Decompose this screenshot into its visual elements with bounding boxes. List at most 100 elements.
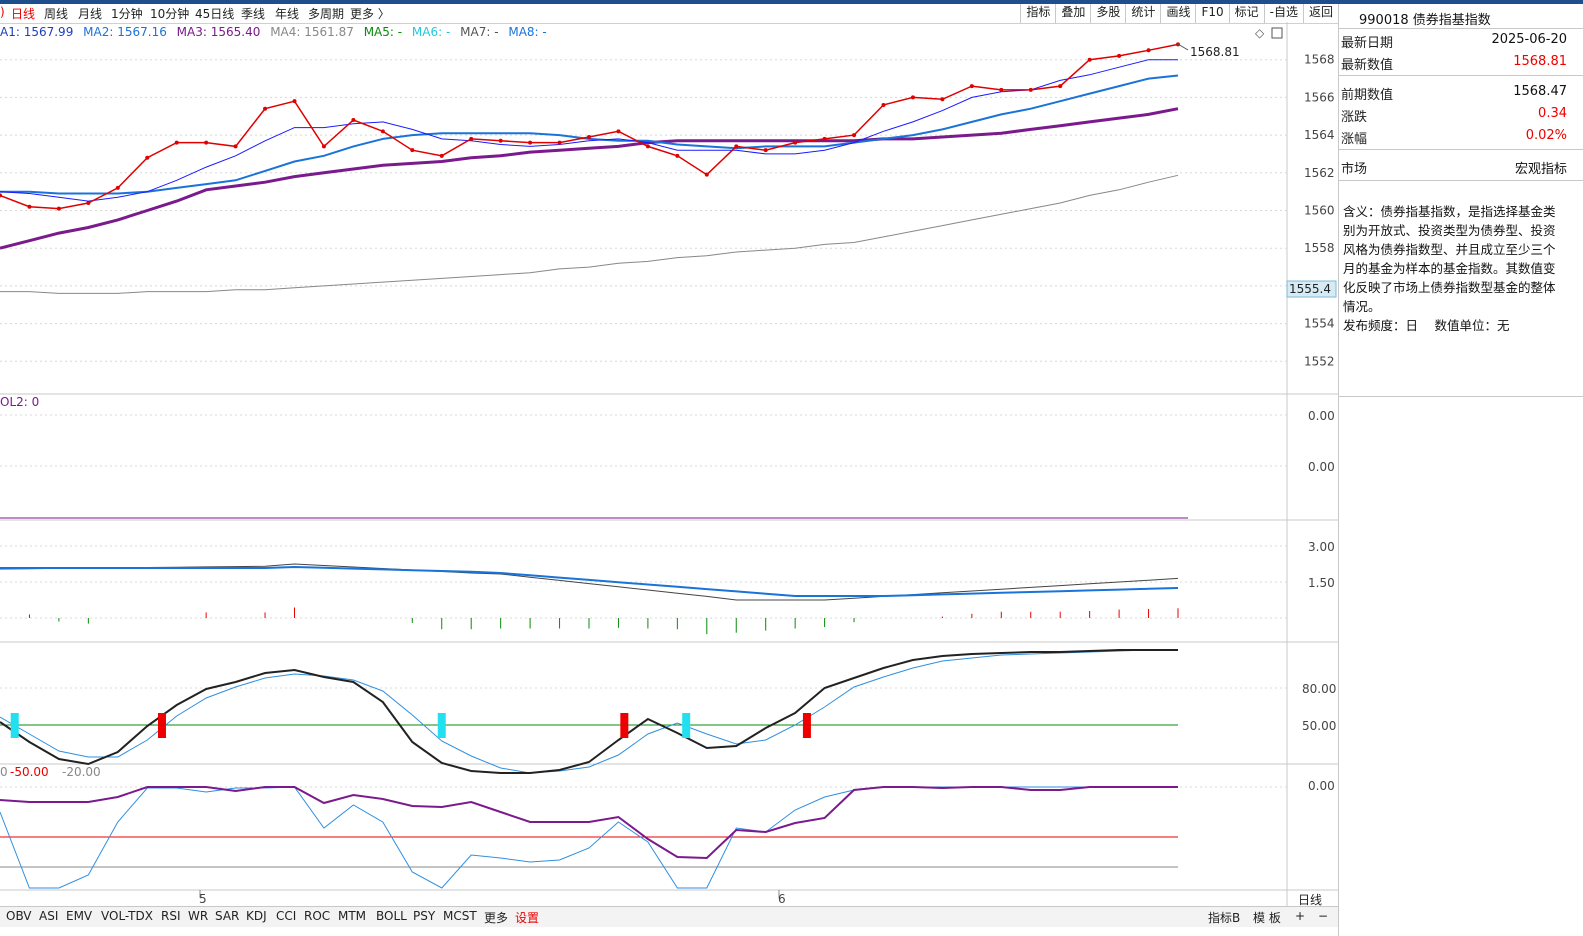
wr-legend-b: -50.00 bbox=[10, 765, 49, 779]
wr-legend-a: 0 bbox=[0, 765, 8, 779]
main-price-grid bbox=[0, 59, 1287, 362]
info-key: 前期数值 bbox=[1341, 88, 1394, 103]
price-tick-label: 1564 bbox=[1304, 128, 1335, 142]
toolbar-draw-button[interactable]: 画线 bbox=[1160, 4, 1195, 23]
date-label-june: 6 bbox=[778, 892, 786, 906]
toolbar-multistock-button[interactable]: 多股 bbox=[1090, 4, 1125, 23]
data-point bbox=[881, 102, 886, 107]
data-point bbox=[380, 129, 385, 134]
period-10min[interactable]: 10分钟 bbox=[150, 5, 189, 22]
info-key: 市场 bbox=[1341, 162, 1368, 177]
data-point bbox=[969, 84, 974, 89]
toolbar-mark-button[interactable]: 标记 bbox=[1228, 4, 1264, 23]
data-point bbox=[763, 148, 768, 153]
data-point bbox=[410, 148, 415, 153]
main-price-series bbox=[0, 42, 1180, 294]
price-tick-label: 1566 bbox=[1304, 90, 1335, 104]
price-tick-label: 1558 bbox=[1304, 241, 1335, 255]
tab-psy[interactable]: PSY bbox=[413, 909, 435, 923]
info-panel: 990018 债券指基指数 最新日期 2025-06-20 最新数值 1568.… bbox=[1338, 4, 1583, 936]
tab-settings[interactable]: 设置 bbox=[515, 909, 539, 926]
tab-more[interactable]: 更多 bbox=[484, 909, 508, 926]
kdj-signal-mark bbox=[682, 713, 691, 738]
period-1min[interactable]: 1分钟 bbox=[111, 5, 143, 22]
wr-tick: 0.00 bbox=[1308, 779, 1335, 793]
wr-legend-c: -20.00 bbox=[62, 765, 101, 779]
info-row-date: 最新日期 2025-06-20 bbox=[1341, 30, 1567, 51]
data-point bbox=[822, 136, 827, 141]
tab-obv[interactable]: OBV bbox=[6, 909, 32, 923]
separator bbox=[1339, 28, 1583, 29]
info-value: 1568.47 bbox=[1513, 84, 1567, 99]
template-button[interactable]: 模 板 bbox=[1253, 909, 1281, 926]
toolbar-indicator-button[interactable]: 指标 bbox=[1020, 4, 1055, 23]
data-point bbox=[204, 140, 209, 145]
tab-mcst[interactable]: MCST bbox=[443, 909, 477, 923]
tab-rsi[interactable]: RSI bbox=[161, 909, 181, 923]
info-key: 最新数值 bbox=[1341, 58, 1394, 73]
data-point bbox=[115, 185, 120, 190]
data-point bbox=[263, 106, 268, 111]
tab-vol-tdx[interactable]: VOL-TDX bbox=[101, 909, 153, 923]
period-day[interactable]: 日线 bbox=[11, 5, 35, 22]
series-line-ma4 bbox=[0, 107, 1179, 250]
data-point bbox=[56, 206, 61, 211]
indicator-tabbar: OBV ASI EMV VOL-TDX RSI WR SAR KDJ CCI R… bbox=[0, 906, 1338, 927]
tab-emv[interactable]: EMV bbox=[66, 909, 92, 923]
chart-area[interactable]: 1568 1566 1564 1562 1560 1558 1554 1552 ◇ 1568.… bbox=[0, 22, 1338, 906]
diamond-icon[interactable]: ◇ bbox=[1255, 26, 1265, 40]
data-point bbox=[940, 97, 945, 102]
data-point bbox=[86, 200, 91, 205]
toolbar-overlay-button[interactable]: 叠加 bbox=[1055, 4, 1090, 23]
info-key: 涨跌 bbox=[1341, 110, 1368, 125]
indicator-b-button[interactable]: 指标B bbox=[1208, 909, 1240, 926]
period-45day[interactable]: 45日线 bbox=[195, 5, 234, 22]
cursor-price-label: 1555.4 bbox=[1289, 282, 1331, 296]
info-row-prev: 前期数值 1568.47 bbox=[1341, 82, 1567, 103]
period-more[interactable]: 更多 〉 bbox=[350, 5, 390, 22]
kdj-signal-mark bbox=[802, 713, 811, 738]
zoom-out-button[interactable]: − bbox=[1318, 909, 1328, 923]
chart-toolbar: 指标 叠加 多股 统计 画线 F10 标记 -自选 返回 bbox=[1020, 4, 1338, 23]
data-point bbox=[1058, 84, 1063, 89]
toolbar-stats-button[interactable]: 统计 bbox=[1125, 4, 1160, 23]
info-key: 涨幅 bbox=[1341, 132, 1368, 147]
separator bbox=[1339, 75, 1583, 76]
info-row-pct: 涨幅 0.02% bbox=[1341, 126, 1567, 147]
tab-cci[interactable]: CCI bbox=[276, 909, 296, 923]
tab-mtm[interactable]: MTM bbox=[338, 909, 366, 923]
info-description: 含义：债券指基指数，是指选择基金类别为开放式、投资类型为债券型、投资风格为债券指… bbox=[1343, 202, 1565, 335]
main-price-ticks: 1568 1566 1564 1562 1560 1558 1554 1552 bbox=[1304, 53, 1335, 369]
separator bbox=[1339, 396, 1583, 397]
zoom-in-button[interactable]: + bbox=[1295, 909, 1305, 923]
data-point bbox=[675, 153, 680, 158]
toolbar-f10-button[interactable]: F10 bbox=[1195, 4, 1228, 23]
info-desc-text: 含义：债券指基指数，是指选择基金类别为开放式、投资类型为债券型、投资风格为债券指… bbox=[1343, 204, 1556, 314]
toolbar-watchlist-button[interactable]: -自选 bbox=[1263, 4, 1303, 23]
data-point bbox=[645, 144, 650, 149]
period-month[interactable]: 月线 bbox=[78, 5, 102, 22]
tab-sar[interactable]: SAR bbox=[215, 909, 239, 923]
info-freq-text: 发布频度：日 数值单位：无 bbox=[1343, 318, 1510, 333]
kdj-k-line bbox=[0, 649, 1178, 774]
period-prev-icon[interactable]: ) bbox=[0, 5, 5, 19]
toolbar-back-button[interactable]: 返回 bbox=[1302, 4, 1338, 23]
tab-asi[interactable]: ASI bbox=[39, 909, 58, 923]
period-week[interactable]: 周线 bbox=[44, 5, 68, 22]
tab-roc[interactable]: ROC bbox=[304, 909, 330, 923]
period-year[interactable]: 年线 bbox=[275, 5, 299, 22]
window-icon[interactable] bbox=[1271, 27, 1283, 39]
info-value: 0.02% bbox=[1525, 128, 1567, 143]
price-tick-label: 1568 bbox=[1304, 53, 1335, 67]
series-line-ma2 bbox=[0, 59, 1178, 202]
period-multi[interactable]: 多周期 bbox=[308, 5, 344, 22]
data-point bbox=[1117, 53, 1122, 58]
period-bar: ) 日线 周线 月线 1分钟 10分钟 45日线 季线 年线 多周期 更多 〉 … bbox=[0, 4, 1338, 24]
kdj-tick: 80.00 bbox=[1302, 682, 1336, 696]
vol-legend: OL2: 0 bbox=[0, 395, 39, 409]
info-value: 宏观指标 bbox=[1514, 162, 1567, 177]
tab-wr[interactable]: WR bbox=[188, 909, 208, 923]
period-quarter[interactable]: 季线 bbox=[241, 5, 265, 22]
tab-kdj[interactable]: KDJ bbox=[246, 909, 267, 923]
tab-boll[interactable]: BOLL bbox=[376, 909, 407, 923]
